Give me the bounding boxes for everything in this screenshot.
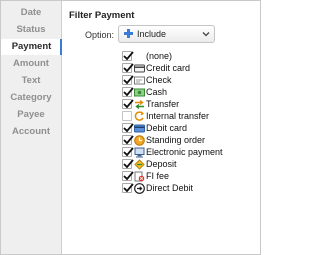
sidebar-item-date[interactable]: Date: [1, 5, 61, 21]
sidebar-item-amount[interactable]: Amount: [1, 56, 61, 72]
payment-row-standing-order: Standing order: [122, 135, 242, 147]
payment-row-electronic-payment: Electronic payment: [122, 147, 242, 159]
payment-checkbox[interactable]: [122, 123, 134, 133]
checkmark-icon: [123, 51, 134, 61]
sidebar-item-category[interactable]: Category: [1, 90, 61, 106]
payment-label: Standing order: [146, 135, 206, 145]
checkmark-icon: [123, 63, 134, 73]
payment-checkbox[interactable]: [122, 159, 134, 169]
sidebar-item-payee[interactable]: Payee: [1, 107, 61, 123]
payment-label: FI fee: [146, 171, 170, 181]
sidebar-item-text[interactable]: Text: [1, 73, 61, 89]
payment-checkbox[interactable]: [122, 99, 134, 109]
payment-label: Credit card: [146, 63, 191, 73]
payment-row-internal-transfer: Internal transfer: [122, 111, 242, 123]
payment-label: Transfer: [146, 99, 180, 109]
filter-sidebar: Date Status Payment Amount Text Category…: [1, 1, 62, 254]
option-select-value: Include: [137, 29, 167, 39]
payment-checkbox[interactable]: [122, 135, 134, 145]
payment-row-credit-card: Credit card: [122, 63, 242, 75]
payment-row-cash: Cash: [122, 87, 242, 99]
payment-checkbox[interactable]: [122, 51, 134, 61]
payment-checkbox[interactable]: [122, 75, 134, 85]
option-label: Option:: [85, 30, 115, 40]
option-select[interactable]: Include: [118, 25, 215, 43]
direct-debit-icon: [134, 183, 145, 194]
checkmark-icon: [123, 75, 134, 85]
credit-card-icon: [134, 64, 145, 73]
checkmark-icon: [123, 135, 134, 145]
checkmark-icon: [123, 159, 134, 169]
payment-label: (none): [146, 51, 173, 61]
filter-panel: Date Status Payment Amount Text Category…: [0, 0, 261, 255]
deposit-icon: [134, 159, 145, 170]
payment-checkbox[interactable]: [122, 183, 134, 193]
checkmark-icon: [123, 99, 134, 109]
checkmark-icon: [123, 123, 134, 133]
payment-row-none: (none): [122, 51, 242, 63]
payment-row-check: Check: [122, 75, 242, 87]
checkmark-icon: [123, 147, 134, 157]
payment-checkbox[interactable]: [122, 63, 134, 73]
checkmark-icon: [123, 87, 134, 97]
sidebar-item-payment[interactable]: Payment: [1, 39, 62, 55]
electronic-payment-icon: [134, 147, 145, 158]
payment-label: Direct Debit: [146, 183, 194, 193]
transfer-icon: [135, 99, 144, 110]
payment-checkbox[interactable]: [122, 111, 132, 121]
sidebar-item-status[interactable]: Status: [1, 22, 61, 38]
payment-row-direct-debit: Direct Debit: [122, 183, 242, 195]
payment-label: Debit card: [146, 123, 188, 133]
section-title: Filter Payment: [69, 10, 135, 21]
payment-label: Cash: [146, 87, 168, 97]
debit-card-icon: [134, 124, 145, 133]
chevron-down-icon: [202, 32, 210, 37]
checkmark-icon: [123, 171, 134, 181]
check-icon: [134, 76, 145, 85]
payment-label: Electronic payment: [146, 147, 223, 157]
sidebar-item-account[interactable]: Account: [1, 124, 61, 140]
plus-icon: [124, 29, 133, 38]
payment-checkbox[interactable]: [122, 171, 134, 181]
fi-fee-icon: [134, 171, 145, 182]
payment-row-fi-fee: FI fee: [122, 171, 242, 183]
payment-label: Check: [146, 75, 172, 85]
internal-transfer-icon: [134, 111, 145, 121]
payment-row-transfer: Transfer: [122, 99, 242, 111]
payment-row-deposit: Deposit: [122, 159, 242, 171]
cash-icon: [134, 88, 145, 97]
payment-row-debit-card: Debit card: [122, 123, 242, 135]
checkmark-icon: [123, 183, 134, 193]
payment-checkbox[interactable]: [122, 147, 134, 157]
payment-checkbox[interactable]: [122, 87, 134, 97]
standing-order-icon: [134, 135, 145, 146]
payment-label: Internal transfer: [146, 111, 210, 121]
payment-label: Deposit: [146, 159, 177, 169]
